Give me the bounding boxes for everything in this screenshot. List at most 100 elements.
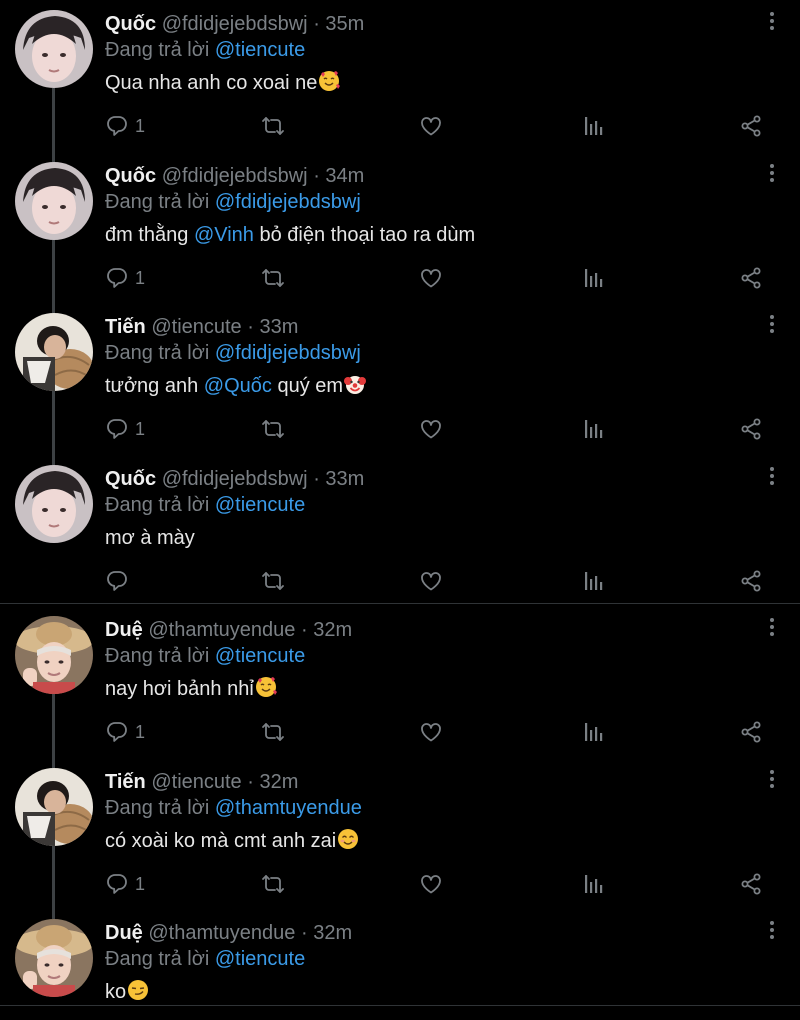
retweet-button[interactable] (261, 718, 285, 746)
reply-icon (105, 720, 129, 744)
analytics-icon (581, 872, 605, 896)
share-button[interactable] (739, 567, 763, 595)
retweet-icon (261, 417, 285, 441)
replying-to-mention[interactable]: @fdidjejebdsbwj (215, 191, 361, 213)
avatar[interactable] (15, 465, 93, 543)
retweet-button[interactable] (261, 264, 285, 292)
display-name[interactable]: Quốc (105, 468, 156, 490)
display-name[interactable]: Duệ (105, 922, 143, 944)
retweet-icon (261, 720, 285, 744)
tweet[interactable]: Duệ @thamtuyendue · 32m Đang trả lời @ti… (0, 606, 800, 756)
timestamp[interactable]: · 32m (301, 619, 352, 641)
thread-line (52, 391, 55, 453)
more-vertical-icon[interactable] (768, 618, 776, 640)
tweet-text: tưởng anh @Quốc quý em (105, 373, 367, 399)
display-name[interactable]: Quốc (105, 13, 156, 35)
tweet[interactable]: Duệ @thamtuyendue · 32m Đang trả lời @ti… (0, 907, 800, 1020)
username[interactable]: @fdidjejebdsbwj (162, 13, 308, 35)
smiling-face-with-hearts-icon (318, 70, 341, 92)
tweet-text-before: đm thằng (105, 224, 194, 246)
timestamp[interactable]: · 35m (313, 13, 364, 35)
tweet-header: Quốc @fdidjejebdsbwj · 35m (105, 12, 364, 36)
avatar[interactable] (15, 313, 93, 391)
username[interactable]: @thamtuyendue (148, 922, 295, 944)
display-name[interactable]: Quốc (105, 165, 156, 187)
tweet[interactable]: Tiến @tiencute · 33m Đang trả lời @fdidj… (0, 301, 800, 453)
tweet-header: Duệ @thamtuyendue · 32m (105, 921, 352, 945)
tweet[interactable]: Quốc @fdidjejebdsbwj · 34m Đang trả lời … (0, 150, 800, 302)
replying-to-label: Đang trả lời (105, 797, 210, 819)
like-button[interactable] (419, 415, 443, 443)
like-button[interactable] (419, 112, 443, 140)
more-vertical-icon[interactable] (768, 12, 776, 34)
analytics-button[interactable] (581, 415, 605, 443)
tweet[interactable]: Quốc @fdidjejebdsbwj · 33m Đang trả lời … (0, 453, 800, 603)
analytics-button[interactable] (581, 718, 605, 746)
reply-icon (105, 114, 129, 138)
username[interactable]: @fdidjejebdsbwj (162, 468, 308, 490)
retweet-button[interactable] (261, 870, 285, 898)
analytics-icon (581, 720, 605, 744)
reply-button[interactable]: 1 (105, 264, 145, 292)
share-button[interactable] (739, 112, 763, 140)
username[interactable]: @thamtuyendue (148, 619, 295, 641)
display-name[interactable]: Duệ (105, 619, 143, 641)
reply-button[interactable]: 1 (105, 870, 145, 898)
analytics-button[interactable] (581, 870, 605, 898)
more-vertical-icon[interactable] (768, 467, 776, 489)
retweet-button[interactable] (261, 112, 285, 140)
display-name[interactable]: Tiến (105, 316, 146, 338)
share-button[interactable] (739, 870, 763, 898)
timestamp[interactable]: · 32m (301, 922, 352, 944)
reply-button[interactable]: 1 (105, 718, 145, 746)
share-button[interactable] (739, 264, 763, 292)
tweet[interactable]: Quốc @fdidjejebdsbwj · 35m Đang trả lời … (0, 0, 800, 150)
username[interactable]: @fdidjejebdsbwj (162, 165, 308, 187)
reply-button[interactable] (105, 567, 135, 595)
tweet-mention[interactable]: @Vinh (194, 224, 254, 246)
analytics-button[interactable] (581, 264, 605, 292)
avatar[interactable] (15, 616, 93, 694)
like-button[interactable] (419, 718, 443, 746)
replying-to-label: Đang trả lời (105, 342, 210, 364)
like-button[interactable] (419, 870, 443, 898)
timestamp[interactable]: · 34m (313, 165, 364, 187)
username[interactable]: @tiencute (151, 771, 241, 793)
analytics-button[interactable] (581, 112, 605, 140)
tweet-actions: 1 (105, 264, 765, 292)
replying-to-mention[interactable]: @tiencute (215, 39, 305, 61)
analytics-button[interactable] (581, 567, 605, 595)
replying-to-mention[interactable]: @tiencute (215, 645, 305, 667)
more-vertical-icon[interactable] (768, 770, 776, 792)
timestamp[interactable]: · 32m (247, 771, 298, 793)
replying-to-mention[interactable]: @tiencute (215, 494, 305, 516)
replying-to-mention[interactable]: @thamtuyendue (215, 797, 362, 819)
retweet-button[interactable] (261, 415, 285, 443)
timestamp[interactable]: · 33m (313, 468, 364, 490)
avatar[interactable] (15, 919, 93, 997)
like-button[interactable] (419, 567, 443, 595)
display-name[interactable]: Tiến (105, 771, 146, 793)
retweet-button[interactable] (261, 567, 285, 595)
more-vertical-icon[interactable] (768, 921, 776, 943)
share-button[interactable] (739, 718, 763, 746)
tweet[interactable]: Tiến @tiencute · 32m Đang trả lời @thamt… (0, 756, 800, 908)
tweet-header: Quốc @fdidjejebdsbwj · 33m (105, 467, 364, 491)
replying-to-mention[interactable]: @tiencute (215, 948, 305, 970)
like-button[interactable] (419, 264, 443, 292)
timestamp[interactable]: · 33m (247, 316, 298, 338)
tweet-mention[interactable]: @Quốc (204, 375, 272, 397)
replying-to-mention[interactable]: @fdidjejebdsbwj (215, 342, 361, 364)
replying-to: Đang trả lời @tiencute (105, 38, 305, 62)
more-vertical-icon[interactable] (768, 315, 776, 337)
share-button[interactable] (739, 415, 763, 443)
reply-button[interactable]: 1 (105, 415, 145, 443)
avatar[interactable] (15, 162, 93, 240)
avatar[interactable] (15, 768, 93, 846)
reply-button[interactable]: 1 (105, 112, 145, 140)
username[interactable]: @tiencute (151, 316, 241, 338)
more-vertical-icon[interactable] (768, 164, 776, 186)
avatar[interactable] (15, 10, 93, 88)
thread-line (52, 301, 55, 313)
tweet-text-before: Qua nha anh co xoai ne (105, 72, 318, 94)
